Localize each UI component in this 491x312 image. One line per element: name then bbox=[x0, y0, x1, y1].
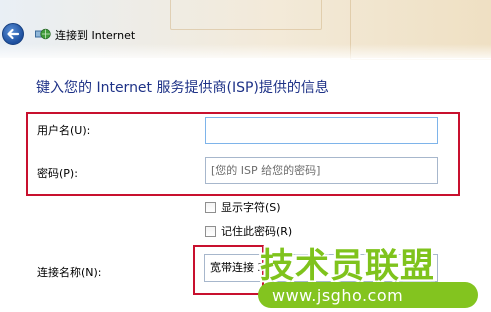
show-chars-row[interactable]: 显示字符(S) bbox=[205, 199, 281, 215]
show-chars-label: 显示字符(S) bbox=[221, 201, 281, 214]
watermark-brand: 技术员联盟 bbox=[260, 246, 435, 286]
remember-password-label: 记住此密码(R) bbox=[221, 225, 293, 238]
remember-password-row[interactable]: 记住此密码(R) bbox=[205, 223, 292, 239]
header-decoration bbox=[170, 0, 322, 30]
watermark: 技术员联盟 www.jsgho.com bbox=[252, 238, 491, 312]
header-fade bbox=[0, 44, 491, 62]
watermark-url: www.jsgho.com bbox=[272, 286, 404, 305]
highlight-frame bbox=[26, 112, 460, 196]
remember-password-checkbox[interactable] bbox=[205, 225, 216, 237]
back-arrow-icon bbox=[7, 28, 20, 40]
network-globe-icon bbox=[35, 28, 51, 40]
page-heading: 键入您的 Internet 服务提供商(ISP)提供的信息 bbox=[36, 80, 329, 96]
window-title: 连接到 Internet bbox=[55, 29, 136, 42]
back-button[interactable] bbox=[2, 23, 24, 45]
connection-name-label: 连接名称(N): bbox=[37, 266, 102, 279]
show-chars-checkbox[interactable] bbox=[205, 201, 216, 213]
